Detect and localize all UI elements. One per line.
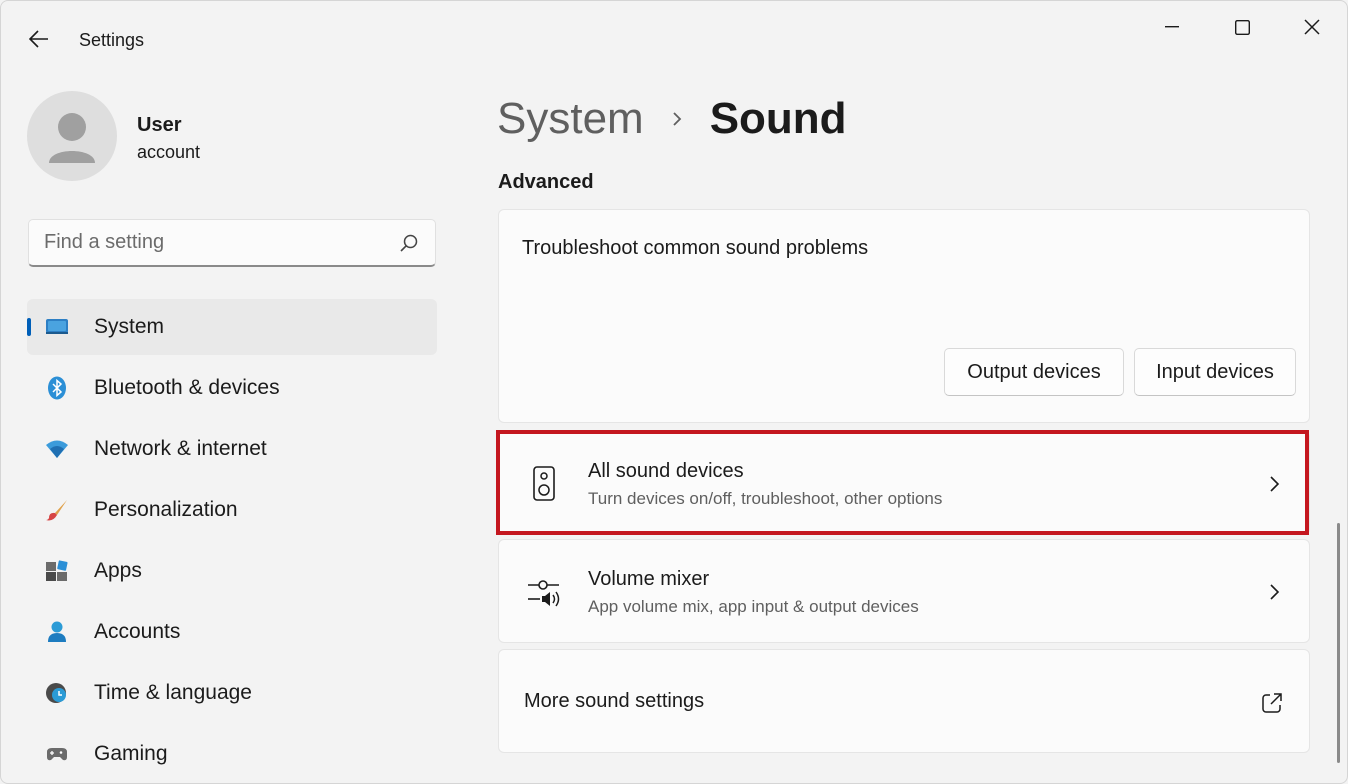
scrollbar-thumb[interactable] <box>1337 523 1340 763</box>
sidebar-item-label: Gaming <box>94 742 168 765</box>
all-sound-devices-row[interactable]: All sound devices Turn devices on/off, t… <box>498 431 1310 535</box>
sidebar-item-network[interactable]: Network & internet <box>27 421 437 477</box>
user-silhouette-icon <box>49 113 95 163</box>
more-sound-settings-row[interactable]: More sound settings <box>498 649 1310 753</box>
back-button[interactable] <box>21 23 57 55</box>
sidebar-item-time-language[interactable]: Time & language <box>27 665 437 721</box>
minimize-button[interactable] <box>1149 9 1195 45</box>
output-devices-button[interactable]: Output devices <box>944 348 1124 396</box>
row-title: Volume mixer <box>588 568 710 590</box>
volume-mixer-icon <box>528 580 560 607</box>
row-title: More sound settings <box>524 690 705 712</box>
minimize-icon <box>1165 26 1179 28</box>
sidebar-item-gaming[interactable]: Gaming <box>27 726 437 782</box>
brush-icon <box>46 500 67 521</box>
close-button[interactable] <box>1289 9 1335 45</box>
row-subtitle: Turn devices on/off, troubleshoot, other… <box>588 489 943 508</box>
avatar[interactable] <box>27 91 117 181</box>
bluetooth-icon <box>48 376 66 400</box>
maximize-button[interactable] <box>1219 9 1265 45</box>
section-title: Advanced <box>498 171 594 193</box>
speaker-icon <box>533 466 555 501</box>
chevron-right-icon <box>673 112 681 126</box>
sidebar-item-label: Bluetooth & devices <box>94 376 280 399</box>
search-icon[interactable] <box>399 233 419 253</box>
volume-mixer-row[interactable]: Volume mixer App volume mix, app input &… <box>498 539 1310 643</box>
close-icon <box>1304 19 1320 35</box>
sidebar-nav: System Bluetooth & devices Network & int… <box>27 299 437 783</box>
page-title: Sound <box>709 94 847 143</box>
breadcrumb: System Sound <box>497 91 847 147</box>
sidebar-item-label: Apps <box>94 559 142 582</box>
chevron-right-icon <box>1270 584 1280 600</box>
sidebar-item-label: System <box>94 315 165 338</box>
troubleshoot-card: Troubleshoot common sound problems Outpu… <box>498 209 1310 423</box>
app-title: Settings <box>79 30 145 50</box>
gamepad-icon <box>47 748 67 761</box>
arrow-left-icon <box>29 30 48 48</box>
sidebar-item-label: Time & language <box>94 681 252 704</box>
sidebar-item-label: Network & internet <box>94 437 267 460</box>
row-subtitle: App volume mix, app input & output devic… <box>588 597 919 616</box>
title-bar: Settings <box>1 1 1347 79</box>
open-external-icon <box>1262 693 1282 713</box>
settings-window: Settings User account Find a setting Sys… <box>0 0 1348 784</box>
sidebar-item-accounts[interactable]: Accounts <box>27 604 437 660</box>
profile-subtitle: account <box>137 142 201 162</box>
troubleshoot-text: Troubleshoot common sound problems <box>522 237 869 259</box>
chevron-right-icon <box>1270 476 1280 492</box>
breadcrumb-parent[interactable]: System <box>497 94 644 144</box>
sidebar-item-bluetooth[interactable]: Bluetooth & devices <box>27 360 437 416</box>
input-devices-button[interactable]: Input devices <box>1134 348 1296 396</box>
globe-clock-icon <box>46 683 66 703</box>
sidebar-item-apps[interactable]: Apps <box>27 543 437 599</box>
sidebar-item-system[interactable]: System <box>27 299 437 355</box>
system-display-icon <box>46 319 68 334</box>
sidebar-item-label: Accounts <box>94 620 181 643</box>
row-title: All sound devices <box>588 460 744 482</box>
maximize-icon <box>1234 19 1250 35</box>
search-input[interactable] <box>29 220 389 264</box>
account-icon <box>48 621 66 642</box>
wifi-icon <box>46 440 68 458</box>
apps-icon <box>46 560 68 581</box>
sidebar-item-label: Personalization <box>94 498 238 521</box>
sidebar-item-personalization[interactable]: Personalization <box>27 482 437 538</box>
search-box[interactable] <box>28 219 436 267</box>
profile-name: User <box>137 114 182 136</box>
